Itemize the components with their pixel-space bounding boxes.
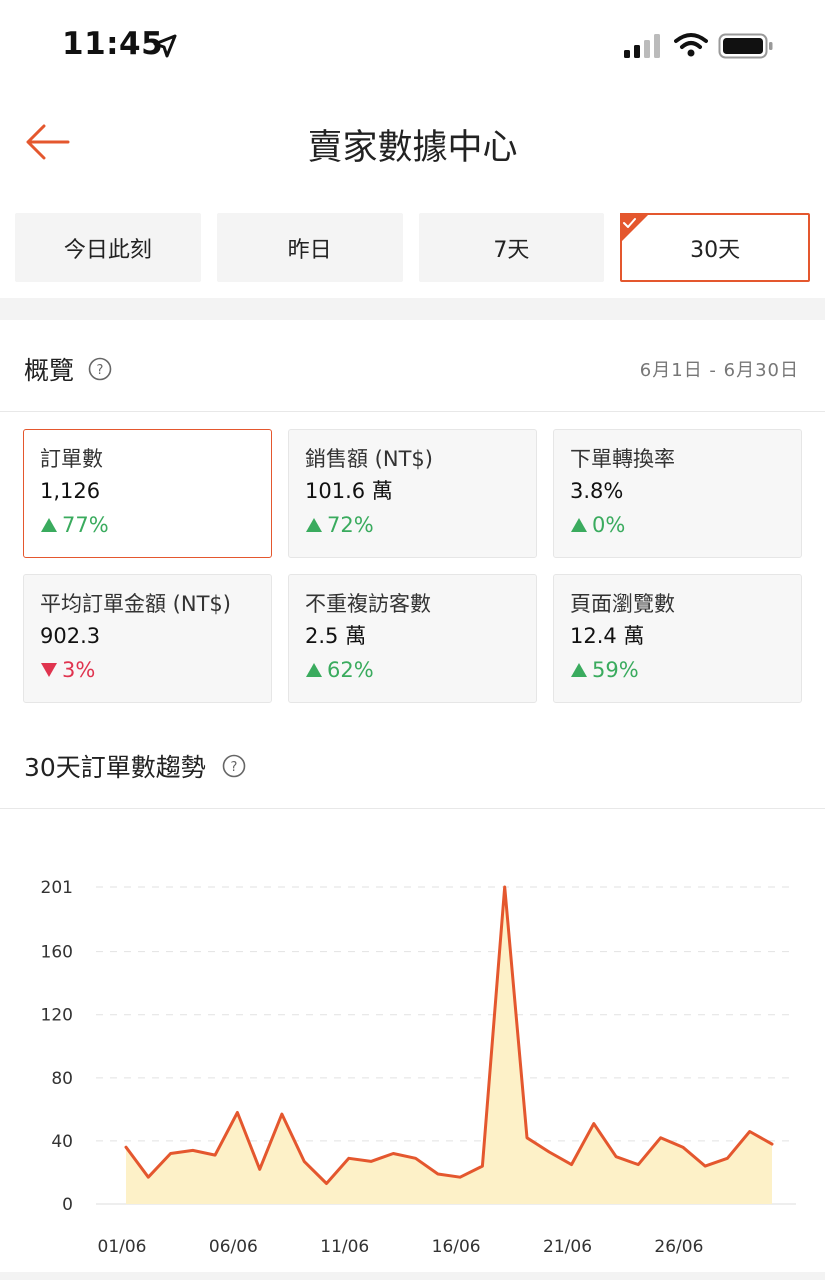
tab-yesterday[interactable]: 昨日: [216, 213, 403, 282]
metric-card-page-views[interactable]: 頁面瀏覽數 12.4 萬 59%: [553, 574, 802, 703]
status-time: 11:45: [62, 26, 164, 62]
x-tick-label: 26/06: [654, 1237, 703, 1257]
x-tick-label: 11/06: [320, 1237, 369, 1257]
metric-value: 101.6 萬: [305, 479, 393, 503]
metric-label: 頁面瀏覽數: [570, 592, 675, 616]
metric-value: 2.5 萬: [305, 624, 367, 648]
metric-change: 0%: [570, 508, 785, 542]
metric-label: 下單轉換率: [570, 447, 675, 471]
arrow-up-icon: [41, 518, 57, 532]
metric-value: 1,126: [40, 479, 101, 503]
metric-card-sales[interactable]: 銷售額 (NT$) 101.6 萬 72%: [288, 429, 537, 558]
status-bar: 11:45: [0, 0, 825, 90]
help-icon[interactable]: ?: [222, 754, 246, 778]
metric-label: 銷售額 (NT$): [305, 447, 433, 471]
y-tick-label: 201: [41, 878, 73, 898]
selected-check-icon: [620, 213, 651, 243]
metric-change-value: 77%: [62, 513, 109, 537]
arrow-down-icon: [41, 663, 57, 677]
y-tick-label: 40: [51, 1132, 73, 1152]
x-tick-label: 16/06: [432, 1237, 481, 1257]
series-line: [124, 885, 774, 1185]
arrow-up-icon: [306, 518, 322, 532]
section-divider: [0, 298, 825, 320]
battery-icon: [718, 33, 773, 59]
wifi-icon: [674, 33, 708, 57]
metric-card-avg-order-value[interactable]: 平均訂單金額 (NT$) 902.3 3%: [23, 574, 272, 703]
period-tabs: 今日此刻 昨日 7天 30天: [15, 213, 810, 282]
divider: [0, 808, 825, 809]
trend-header: 30天訂單數趨勢 ?: [24, 748, 246, 784]
metric-change: 3%: [40, 653, 255, 687]
nav-bar: 賣家數據中心: [0, 95, 825, 190]
x-tick-label: 01/06: [98, 1237, 147, 1257]
location-arrow-icon: [153, 34, 177, 58]
tab-label: 昨日: [287, 237, 332, 263]
cellular-signal-icon: [624, 34, 660, 58]
metric-card-unique-visitors[interactable]: 不重複訪客數 2.5 萬 62%: [288, 574, 537, 703]
bottom-divider: [0, 1272, 825, 1280]
svg-text:?: ?: [97, 363, 104, 378]
x-tick-label: 21/06: [543, 1237, 592, 1257]
overview-header: 概覽 ?: [24, 351, 112, 387]
y-tick-label: 160: [41, 943, 73, 963]
help-icon[interactable]: ?: [88, 357, 112, 381]
metric-change-value: 62%: [327, 658, 374, 682]
trend-title: 30天訂單數趨勢: [24, 753, 206, 782]
metric-value: 3.8%: [570, 479, 624, 503]
arrow-up-icon: [571, 518, 587, 532]
metric-change-value: 0%: [592, 513, 626, 537]
divider: [0, 411, 825, 412]
tab-30-days[interactable]: 30天: [620, 213, 810, 282]
x-tick-label: 06/06: [209, 1237, 258, 1257]
metric-change: 59%: [570, 653, 785, 687]
metric-card-orders[interactable]: 訂單數 1,126 77%: [23, 429, 272, 558]
tab-label: 今日此刻: [63, 237, 152, 263]
y-tick-label: 0: [62, 1195, 73, 1215]
metric-change: 77%: [40, 508, 255, 542]
metric-change-value: 3%: [62, 658, 96, 682]
overview-title: 概覽: [24, 356, 75, 385]
metric-label: 平均訂單金額 (NT$): [40, 592, 231, 616]
arrow-up-icon: [571, 663, 587, 677]
y-tick-label: 120: [41, 1006, 73, 1026]
arrow-up-icon: [306, 663, 322, 677]
metric-card-conversion-rate[interactable]: 下單轉換率 3.8% 0%: [553, 429, 802, 558]
tab-label: 30天: [690, 237, 741, 263]
tab-label: 7天: [493, 237, 530, 263]
metric-change-value: 72%: [327, 513, 374, 537]
metric-label: 不重複訪客數: [305, 592, 431, 616]
metric-value: 902.3: [40, 624, 101, 648]
date-range: 6月1日 - 6月30日: [639, 360, 799, 381]
metric-value: 12.4 萬: [570, 624, 645, 648]
page-title: 賣家數據中心: [307, 128, 518, 168]
tab-7-days[interactable]: 7天: [418, 213, 605, 282]
svg-text:?: ?: [230, 760, 237, 775]
metric-change: 62%: [305, 653, 520, 687]
metric-cards: 訂單數 1,126 77% 銷售額 (NT$) 101.6 萬 72% 下單轉換…: [23, 429, 802, 703]
metric-label: 訂單數: [40, 447, 103, 471]
metric-change: 72%: [305, 508, 520, 542]
series-area: [126, 887, 772, 1204]
metric-change-value: 59%: [592, 658, 639, 682]
orders-trend-chart: 0 40 80 120 160 201 01/06 06/06 11/06 16/06 21/06 2…: [0, 830, 825, 1270]
y-tick-label: 80: [51, 1069, 73, 1089]
orders-trend-chart-svg: 0 40 80 120 160 201 01/06 06/06 11/06 16/06 21/06 2…: [41, 878, 796, 1257]
tab-today[interactable]: 今日此刻: [15, 213, 201, 282]
